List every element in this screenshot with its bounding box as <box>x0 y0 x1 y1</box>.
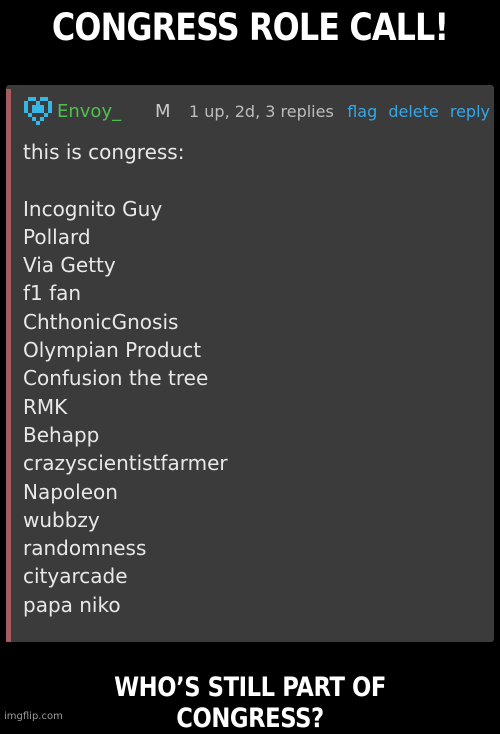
delete-link[interactable]: delete <box>388 102 438 121</box>
comment-header: Envoy_ M 1 up, 2d, 3 replies flag delete… <box>24 97 490 127</box>
thread-indent-bar <box>6 89 11 642</box>
member-name: cityarcade <box>23 564 128 589</box>
comment-body: this is congress: Incognito Guy Pollard … <box>23 138 483 619</box>
username-link[interactable]: Envoy_ <box>57 101 121 122</box>
member-name: Pollard <box>23 224 91 249</box>
member-name: f1 fan <box>23 281 82 306</box>
comment-card: Envoy_ M 1 up, 2d, 3 replies flag delete… <box>6 85 494 642</box>
member-name: wubbzy <box>23 507 100 532</box>
imgflip-watermark: imgflip.com <box>4 711 63 722</box>
comment-actions: flag delete reply <box>341 102 490 121</box>
mod-badge: M <box>155 101 171 122</box>
member-name: Behapp <box>23 422 100 447</box>
member-name: ChthonicGnosis <box>23 309 179 334</box>
comment-intro: this is congress: <box>23 140 185 164</box>
comment-meta: 1 up, 2d, 3 replies <box>189 102 334 121</box>
member-name: papa niko <box>23 592 121 617</box>
meme-bottom-caption: WHO’S STILL PART OF CONGRESS? <box>114 672 386 734</box>
member-name: crazyscientistfarmer <box>23 451 228 476</box>
member-name: Olympian Product <box>23 338 202 363</box>
meme-top-caption: CONGRESS ROLE CALL! <box>51 6 449 49</box>
member-name: Napoleon <box>23 479 118 504</box>
member-name: Incognito Guy <box>23 196 163 221</box>
member-name: RMK <box>23 394 68 419</box>
member-name: randomness <box>23 536 147 561</box>
member-name: Confusion the tree <box>23 366 209 391</box>
pixel-heart-icon[interactable] <box>24 97 52 125</box>
member-name: Via Getty <box>23 253 116 278</box>
reply-link[interactable]: reply <box>450 102 490 121</box>
flag-link[interactable]: flag <box>347 102 377 121</box>
